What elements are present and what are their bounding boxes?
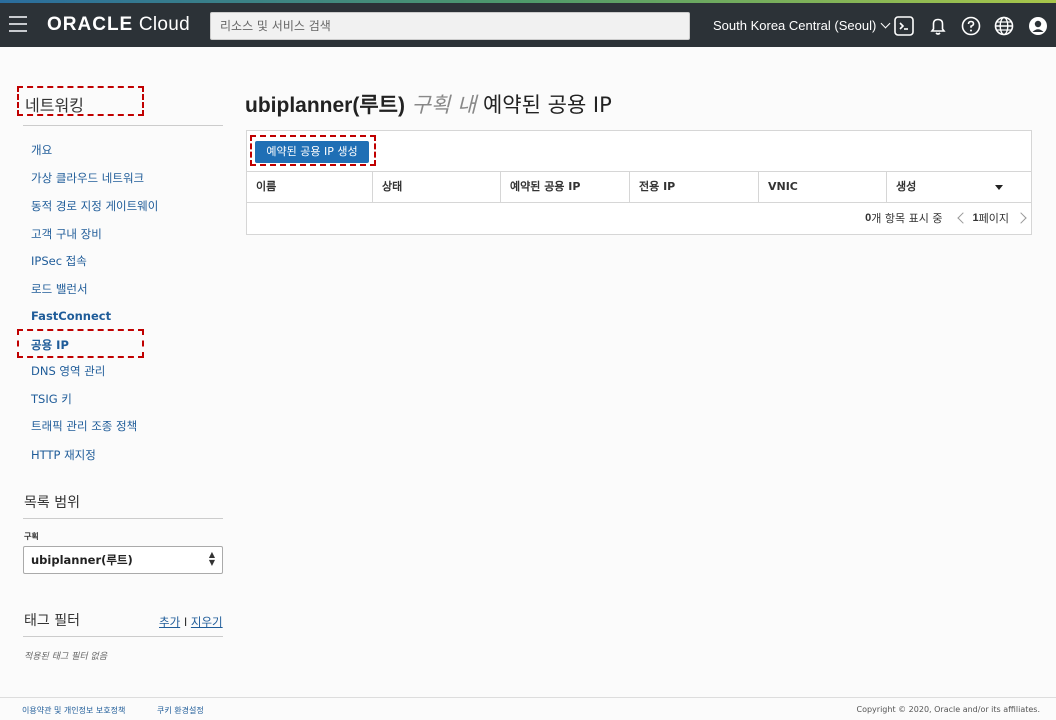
divider	[23, 636, 223, 637]
logo-brand: ORACLE	[47, 14, 134, 35]
page-title-resource: 예약된 공용 IP	[482, 93, 612, 117]
globe-icon[interactable]	[993, 15, 1015, 37]
user-avatar-icon[interactable]	[1027, 15, 1049, 37]
sidebar-item-traffic-steering[interactable]: 트래픽 관리 조종 정책	[31, 418, 137, 434]
column-header-vnic[interactable]: VNIC	[759, 172, 887, 202]
page-number-suffix: 페이지	[978, 212, 1009, 225]
tag-filter-actions: 추가 I 지우기	[159, 614, 223, 630]
cookie-preferences-link[interactable]: 쿠키 환경설정	[157, 705, 204, 716]
footer: 이용약관 및 개인정보 보호정책 쿠키 환경설정 Copyright © 202…	[0, 697, 1056, 720]
highlight-box-public-ip	[17, 329, 144, 358]
page-title-in: 구획 내	[411, 93, 477, 117]
divider	[23, 518, 223, 519]
page-title-compartment: ubiplanner(루트)	[245, 94, 405, 117]
top-navigation-bar: ORACLE Cloud 리소스 및 서비스 검색 South Korea Ce…	[0, 3, 1056, 47]
column-header-name[interactable]: 이름	[247, 172, 373, 202]
chevron-right-icon[interactable]	[1015, 212, 1027, 224]
tag-filter-empty-text: 적용된 태그 필터 없음	[24, 652, 108, 662]
search-input[interactable]: 리소스 및 서비스 검색	[210, 12, 690, 40]
sidebar-item-http-redirect[interactable]: HTTP 재지정	[31, 447, 96, 463]
sidebar-item-drg[interactable]: 동적 경로 지정 게이트웨이	[31, 198, 158, 214]
logo-product: Cloud	[138, 14, 190, 35]
tag-clear-link[interactable]: 지우기	[191, 615, 223, 629]
select-updown-icon: ▲ ▼	[208, 550, 215, 567]
highlight-box-networking	[17, 86, 144, 116]
sidebar-item-tsig[interactable]: TSIG 키	[31, 391, 72, 407]
sidebar-item-vcn[interactable]: 가상 클라우드 네트워크	[31, 170, 144, 186]
bell-icon[interactable]	[927, 15, 949, 37]
compartment-label: 구획	[24, 532, 39, 541]
help-icon[interactable]	[960, 15, 982, 37]
chevron-down-icon	[880, 18, 891, 29]
tag-add-link[interactable]: 추가	[159, 615, 180, 629]
tag-separator: I	[183, 615, 188, 629]
compartment-value: ubiplanner(루트)	[31, 553, 133, 567]
region-label: South Korea Central (Seoul)	[713, 18, 877, 33]
sidebar-item-load-balancer[interactable]: 로드 밸런서	[31, 281, 88, 297]
compartment-select[interactable]: ubiplanner(루트) ▲ ▼	[23, 546, 223, 574]
public-ip-table-panel: 예약된 공용 IP 생성 이름 상태 예약된 공용 IP 전용 IP VNIC …	[246, 130, 1032, 235]
sort-down-icon	[995, 185, 1003, 190]
pagination: 0 개 항목 표시 중 1 페이지	[865, 210, 1027, 226]
sidebar-item-overview[interactable]: 개요	[31, 142, 52, 158]
terms-privacy-link[interactable]: 이용약관 및 개인정보 보호정책	[22, 705, 125, 716]
item-count-suffix: 개 항목 표시 중	[871, 212, 943, 225]
column-header-created[interactable]: 생성	[887, 172, 1031, 202]
page-title: ubiplanner(루트) 구획 내 예약된 공용 IP	[245, 89, 612, 119]
column-header-created-label: 생성	[896, 180, 917, 193]
sidebar-item-ipsec[interactable]: IPSec 접속	[31, 253, 87, 269]
table-header: 이름 상태 예약된 공용 IP 전용 IP VNIC 생성	[247, 171, 1031, 203]
chevron-left-icon[interactable]	[956, 212, 969, 224]
menu-icon[interactable]	[9, 16, 27, 32]
sidebar: 네트워킹 개요 가상 클라우드 네트워크 동적 경로 지정 게이트웨이 고객 구…	[0, 47, 240, 697]
oracle-cloud-logo[interactable]: ORACLE Cloud	[47, 14, 190, 36]
column-header-state[interactable]: 상태	[373, 172, 501, 202]
divider	[23, 125, 223, 126]
sidebar-item-fastconnect[interactable]: FastConnect	[31, 309, 111, 323]
column-header-reserved-public-ip[interactable]: 예약된 공용 IP	[501, 172, 630, 202]
sidebar-item-dns[interactable]: DNS 영역 관리	[31, 363, 105, 379]
highlight-box-create-button	[250, 135, 376, 166]
list-scope-title: 목록 범위	[24, 495, 80, 511]
cloud-shell-icon[interactable]	[893, 15, 915, 37]
sidebar-item-cpe[interactable]: 고객 구내 장비	[31, 226, 102, 242]
copyright-text: Copyright © 2020, Oracle and/or its affi…	[856, 705, 1041, 714]
column-header-private-ip[interactable]: 전용 IP	[630, 172, 759, 202]
tag-filter-title: 태그 필터	[24, 613, 80, 629]
region-selector[interactable]: South Korea Central (Seoul)	[713, 18, 891, 33]
